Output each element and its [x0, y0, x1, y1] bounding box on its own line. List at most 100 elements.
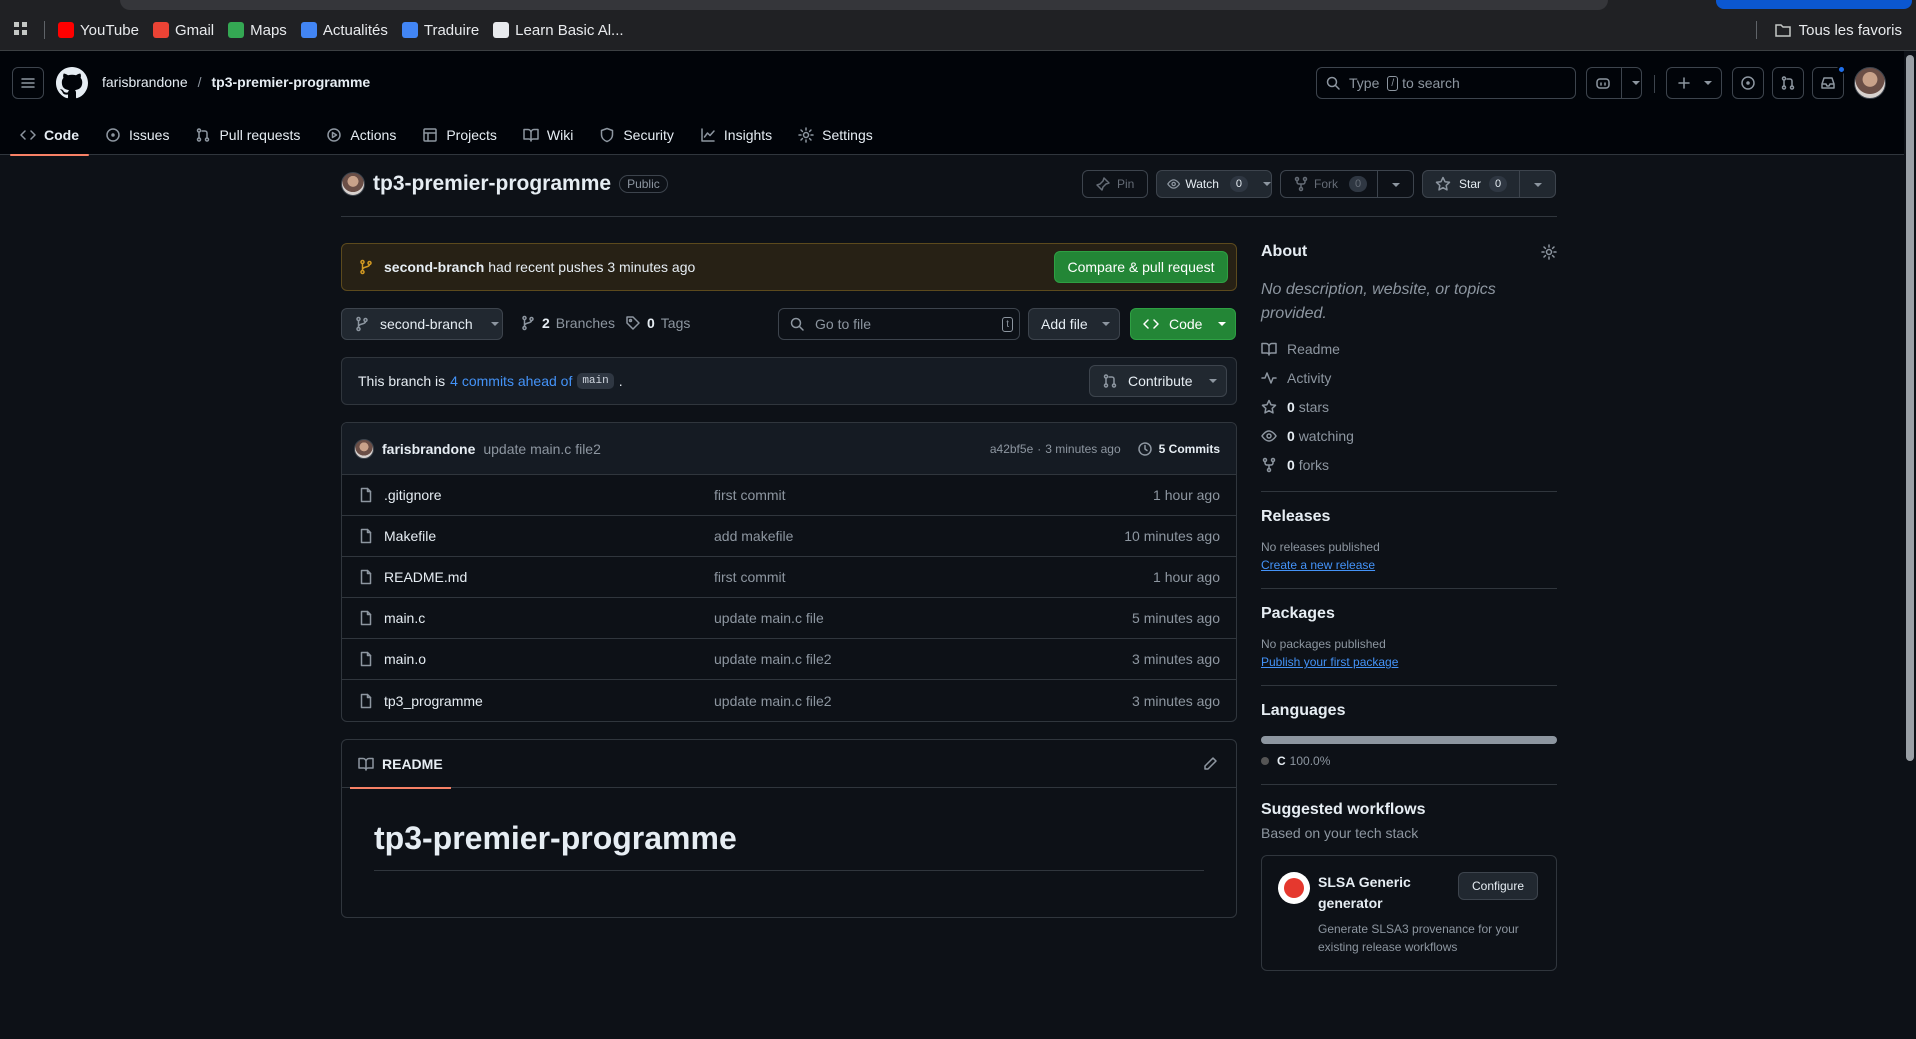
- search-placeholder-pre: Type: [1349, 75, 1380, 91]
- file-row[interactable]: main.o update main.c file2 3 minutes ago: [342, 639, 1236, 680]
- compare-pull-request-button[interactable]: Compare & pull request: [1054, 251, 1228, 283]
- create-release-link[interactable]: Create a new release: [1261, 558, 1557, 572]
- folder-icon: [1774, 23, 1791, 37]
- bookmark-news[interactable]: Actualités: [300, 19, 388, 41]
- file-commit-message[interactable]: add makefile: [714, 528, 1124, 544]
- tab-projects[interactable]: Projects: [412, 115, 507, 155]
- edit-readme-pencil-icon[interactable]: [1202, 756, 1218, 772]
- repo-link[interactable]: tp3-premier-programme: [212, 74, 371, 90]
- file-name[interactable]: tp3_programme: [384, 693, 483, 709]
- file-name[interactable]: main.c: [384, 610, 425, 626]
- file-name[interactable]: Makefile: [384, 528, 436, 544]
- file-row[interactable]: .gitignore first commit 1 hour ago: [342, 475, 1236, 516]
- file-row[interactable]: Makefile add makefile 10 minutes ago: [342, 516, 1236, 557]
- graph-icon: [701, 128, 715, 142]
- bookmarks-divider: [1755, 21, 1757, 39]
- owner-link[interactable]: farisbrandone: [102, 74, 188, 90]
- branches-link[interactable]: 2 Branches: [520, 315, 615, 331]
- file-commit-message[interactable]: update main.c file2: [714, 651, 1132, 667]
- fork-button[interactable]: Fork 0: [1280, 170, 1414, 198]
- commit-author[interactable]: farisbrandone: [382, 441, 475, 457]
- history-icon: [1137, 441, 1152, 456]
- bookmark-translate[interactable]: Traduire: [401, 19, 479, 41]
- file-commit-message[interactable]: first commit: [714, 569, 1153, 585]
- header-divider: [1654, 75, 1655, 93]
- code-icon: [20, 130, 36, 140]
- releases-empty: No releases published: [1261, 540, 1380, 554]
- file-name[interactable]: main.o: [384, 651, 426, 667]
- tab-wiki[interactable]: Wiki: [513, 115, 583, 155]
- issues-button[interactable]: [1732, 67, 1764, 99]
- file-name[interactable]: README.md: [384, 569, 467, 585]
- all-bookmarks-link[interactable]: Tous les favoris: [1799, 19, 1902, 41]
- language-item[interactable]: C 100.0%: [1261, 754, 1557, 768]
- watch-button[interactable]: Watch 0: [1156, 170, 1272, 198]
- file-name[interactable]: .gitignore: [384, 487, 442, 503]
- page-scrollbar[interactable]: [1904, 51, 1916, 1039]
- ahead-link[interactable]: 4 commits ahead of: [450, 373, 572, 389]
- tab-security[interactable]: Security: [589, 115, 684, 155]
- file-commit-message[interactable]: update main.c file2: [714, 693, 1132, 709]
- sidebar-link-Readme[interactable]: Readme: [1261, 334, 1557, 363]
- commit-sha[interactable]: a42bf5e: [990, 442, 1033, 456]
- file-commit-message[interactable]: first commit: [714, 487, 1153, 503]
- tab-issues[interactable]: Issues: [95, 115, 179, 155]
- tab-actions[interactable]: Actions: [316, 115, 406, 155]
- bookmark-learn[interactable]: Learn Basic Al...: [493, 19, 624, 41]
- inbox-button[interactable]: [1812, 65, 1846, 99]
- apps-grid-icon[interactable]: [14, 22, 28, 36]
- title-divider: [341, 216, 1557, 217]
- star-button[interactable]: Star 0: [1422, 170, 1556, 198]
- commit-time: 3 minutes ago: [1045, 441, 1121, 456]
- file-icon: [360, 610, 372, 626]
- sidebar-link-watching[interactable]: 0 watching: [1261, 421, 1557, 450]
- tab-insights[interactable]: Insights: [690, 115, 782, 155]
- code-button[interactable]: Code: [1130, 308, 1236, 340]
- file-commit-message[interactable]: update main.c file: [714, 610, 1132, 626]
- about-heading: About: [1261, 243, 1308, 260]
- chevron-down-icon: [1101, 322, 1110, 326]
- configure-button[interactable]: Configure: [1458, 872, 1538, 900]
- browser-profile-button[interactable]: [1716, 0, 1912, 9]
- gear-icon[interactable]: [1541, 244, 1557, 260]
- play-icon: [327, 128, 342, 142]
- publish-package-link[interactable]: Publish your first package: [1261, 655, 1557, 669]
- tab-code[interactable]: Code: [10, 115, 89, 156]
- github-logo-icon[interactable]: [56, 67, 88, 99]
- language-percent: 100.0%: [1289, 754, 1331, 768]
- commit-message[interactable]: update main.c file2: [483, 441, 601, 457]
- scrollbar-thumb[interactable]: [1906, 55, 1914, 761]
- file-row[interactable]: README.md first commit 1 hour ago: [342, 557, 1236, 598]
- bookmark-maps[interactable]: Maps: [228, 19, 287, 41]
- sidebar-link-Activity[interactable]: Activity: [1261, 363, 1557, 392]
- sidebar-link-forks[interactable]: 0 forks: [1261, 450, 1557, 479]
- eye-icon: [1167, 179, 1181, 189]
- search-input[interactable]: Type / to search: [1316, 67, 1576, 99]
- tags-link[interactable]: 0 Tags: [625, 315, 690, 331]
- notification-dot: [1837, 65, 1846, 74]
- sidebar-link-stars[interactable]: 0 stars: [1261, 392, 1557, 421]
- packages-heading[interactable]: Packages: [1261, 605, 1557, 623]
- bookmark-gmail[interactable]: Gmail: [152, 19, 214, 41]
- commits-link[interactable]: 5 Commits: [1137, 441, 1220, 457]
- file-row[interactable]: tp3_programme update main.c file2 3 minu…: [342, 680, 1236, 721]
- releases-heading[interactable]: Releases: [1261, 508, 1557, 526]
- bookmark-youtube[interactable]: YouTube: [58, 19, 139, 41]
- pull-requests-button[interactable]: [1772, 67, 1804, 99]
- address-bar[interactable]: [120, 0, 1608, 10]
- create-new-button[interactable]: [1666, 67, 1722, 99]
- pin-button[interactable]: Pin: [1082, 170, 1148, 198]
- menu-button[interactable]: [12, 67, 44, 99]
- tab-settings[interactable]: Settings: [788, 115, 883, 155]
- branch-selector[interactable]: second-branch: [341, 308, 503, 340]
- user-avatar[interactable]: [1854, 67, 1886, 99]
- contribute-button[interactable]: Contribute: [1089, 365, 1227, 397]
- repo-title[interactable]: tp3-premier-programme: [373, 172, 611, 196]
- file-row[interactable]: main.c update main.c file 5 minutes ago: [342, 598, 1236, 639]
- copilot-button[interactable]: [1586, 67, 1642, 99]
- add-file-button[interactable]: Add file: [1028, 308, 1120, 340]
- tab-pull-requests[interactable]: Pull requests: [185, 115, 310, 155]
- go-to-file-input[interactable]: Go to file t: [778, 308, 1020, 340]
- readme-tab[interactable]: README: [350, 740, 451, 789]
- owner-avatar: [341, 172, 365, 196]
